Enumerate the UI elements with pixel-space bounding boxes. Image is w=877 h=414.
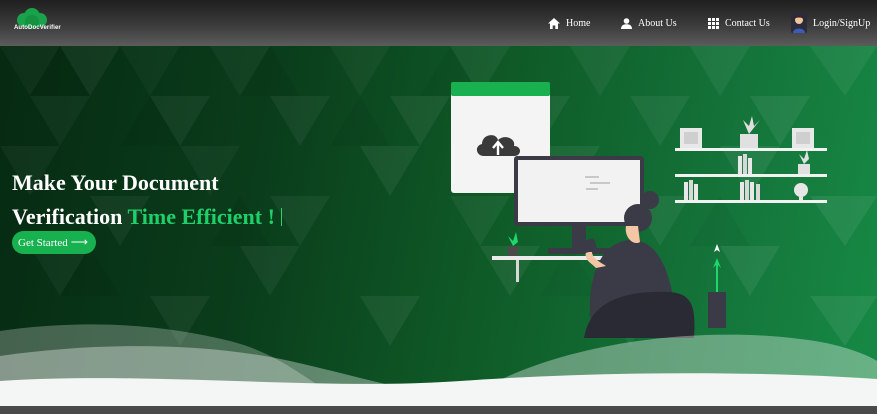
bookshelf-illustration	[675, 116, 827, 203]
grid-icon	[708, 17, 719, 29]
top-navbar: AutoDocVerifier Home About Us Contact Us…	[0, 0, 877, 46]
hero-headline-line1: Make Your Document	[12, 170, 219, 195]
tree-logo-icon	[17, 8, 47, 29]
hero-headline-accent: Time Efficient !	[127, 204, 275, 229]
nav-about[interactable]: About Us	[621, 12, 677, 34]
get-started-label: Get Started	[18, 236, 68, 249]
hero-headline-line2: Verification Time Efficient !	[12, 200, 282, 234]
brand-name: AutoDocVerifier	[14, 25, 61, 31]
brand-logo[interactable]	[12, 6, 52, 38]
hero-headline: Make Your Document Verification Time Eff…	[12, 166, 282, 234]
hero-headline-plain: Verification	[12, 204, 123, 229]
hero-section: Make Your Document Verification Time Eff…	[0, 46, 877, 414]
bottom-strip	[0, 406, 877, 414]
nav-login-signup[interactable]: Login/SignUp	[791, 12, 870, 34]
nav-login-label: Login/SignUp	[813, 17, 871, 29]
arrow-right-icon: ⟶	[70, 235, 88, 249]
nav-home[interactable]: Home	[548, 12, 590, 34]
nav-contact[interactable]: Contact Us	[708, 12, 770, 34]
user-icon	[621, 17, 632, 29]
nav-home-label: Home	[566, 17, 591, 29]
avatar	[791, 13, 807, 33]
home-icon	[548, 17, 560, 29]
typing-cursor	[280, 208, 282, 226]
bottom-waves	[0, 324, 877, 414]
nav-about-label: About Us	[638, 17, 677, 29]
get-started-button[interactable]: Get Started ⟶	[12, 231, 96, 254]
nav-contact-label: Contact Us	[725, 17, 770, 29]
